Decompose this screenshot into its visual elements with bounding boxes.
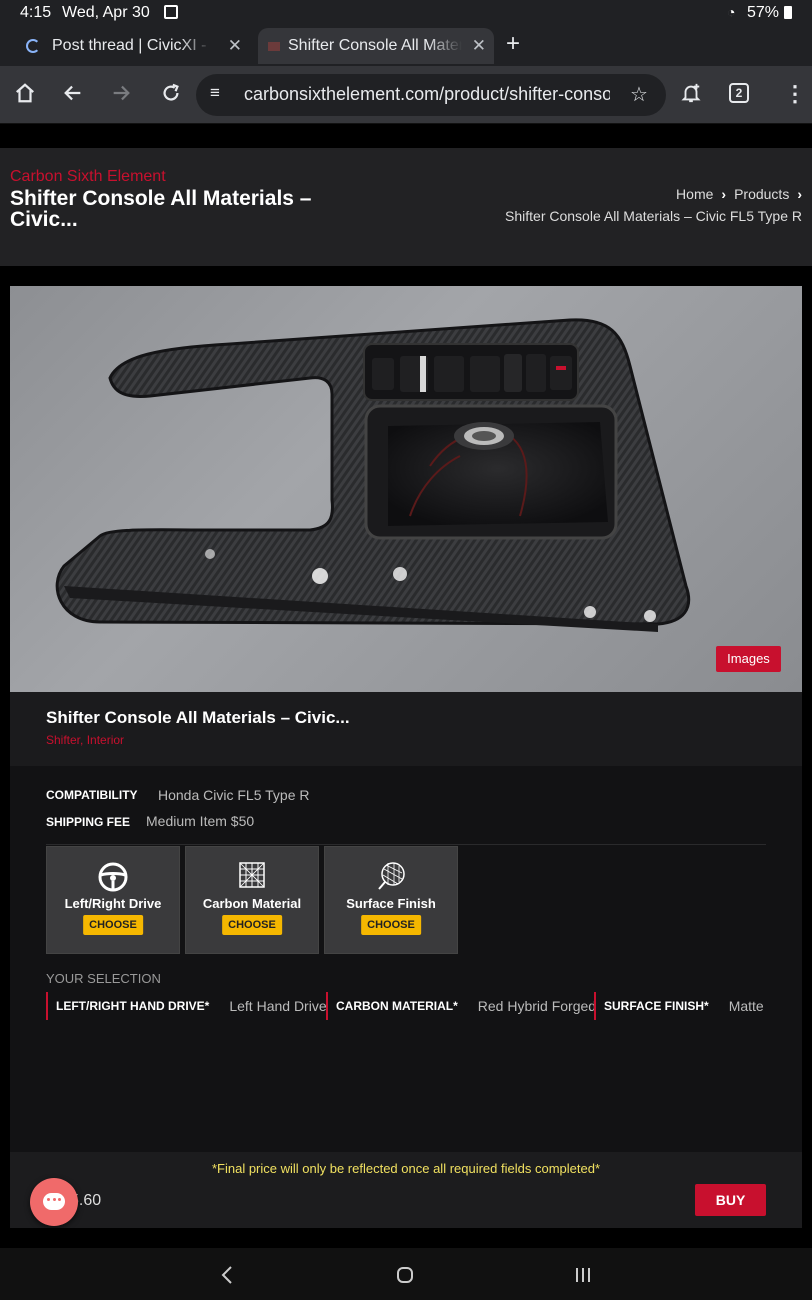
compatibility-value: Honda Civic FL5 Type R	[158, 787, 310, 803]
wifi-icon: ◔	[727, 4, 736, 20]
finish-ball-icon	[378, 862, 405, 890]
tab-close-icon[interactable]: ✕	[472, 36, 486, 56]
steering-wheel-icon	[98, 862, 128, 892]
selection-key: SURFACE FINISH*	[604, 999, 709, 1013]
selection-carbon-material: CARBON MATERIAL* Red Hybrid Forged	[326, 992, 596, 1020]
product-name: Shifter Console All Materials – Civic...	[46, 708, 350, 727]
status-bar: 4:15 Wed, Apr 30 ◔ 57%	[0, 0, 812, 26]
tab-close-icon[interactable]: ✕	[228, 36, 242, 56]
product-image[interactable]	[10, 286, 802, 692]
new-tab-icon[interactable]: +	[506, 30, 520, 58]
your-selection-heading: YOUR SELECTION	[46, 971, 161, 986]
breadcrumb-products-link[interactable]: Products	[734, 186, 789, 202]
notification-add-icon[interactable]	[680, 82, 702, 104]
selection-value: Matte	[728, 998, 764, 1014]
shifter-console-photo	[55, 318, 691, 632]
more-menu-icon[interactable]: ⋮	[784, 82, 806, 106]
loading-spinner-icon	[26, 39, 40, 53]
selection-value: Red Hybrid Forged	[477, 998, 597, 1014]
status-time: 4:15	[20, 4, 52, 21]
price-bar: *Final price will only be reflected once…	[10, 1152, 802, 1228]
battery-level: 57%	[747, 4, 780, 21]
system-nav-bar	[0, 1248, 812, 1300]
tab-shifter-console[interactable]: Shifter Console All Materials ✕	[258, 28, 494, 64]
address-bar[interactable]: ≡ carbonsixthelement.com/product/shifter…	[196, 74, 666, 116]
shipping-fee-label: SHIPPING FEE	[46, 815, 131, 829]
page-header: Carbon Sixth Element Shifter Console All…	[0, 148, 812, 266]
price-note: *Final price will only be reflected once…	[211, 1161, 601, 1176]
breadcrumb-home-link[interactable]: Home	[676, 186, 713, 202]
choose-button[interactable]: CHOOSE	[222, 915, 282, 935]
status-date: Wed, Apr 30	[62, 4, 150, 21]
gallery-notification-icon	[164, 5, 178, 19]
home-icon[interactable]	[14, 82, 36, 104]
divider	[46, 844, 766, 845]
choose-button[interactable]: CHOOSE	[83, 915, 143, 935]
selection-drive: LEFT/RIGHT HAND DRIVE* Left Hand Drive	[46, 992, 327, 1020]
breadcrumb: Home › Products › Shifter Console All Ma…	[505, 186, 802, 224]
chat-button[interactable]	[30, 1178, 78, 1226]
option-label: Carbon Material	[202, 896, 302, 911]
forward-arrow-icon[interactable]	[110, 82, 132, 104]
page-title: Shifter Console All Materials – Civic...	[10, 187, 312, 231]
buy-button[interactable]: BUY	[695, 1184, 766, 1216]
breadcrumb-current: Shifter Console All Materials – Civic FL…	[505, 208, 802, 224]
compatibility-label: COMPATIBILITY	[46, 788, 138, 802]
chevron-right-icon: ›	[721, 186, 727, 202]
carbon-weave-icon	[239, 862, 265, 888]
tab-title: Shifter Console All Materials	[288, 37, 462, 54]
nav-recents-icon[interactable]	[574, 1266, 592, 1284]
battery-icon	[784, 6, 792, 19]
nav-back-icon[interactable]	[220, 1266, 234, 1284]
option-surface-finish[interactable]: Surface Finish CHOOSE	[324, 846, 458, 954]
site-settings-icon[interactable]: ≡	[210, 83, 220, 103]
images-badge[interactable]: Images	[716, 646, 781, 672]
tab-switcher-button[interactable]: 2	[729, 83, 749, 103]
chevron-right-icon: ›	[797, 186, 802, 202]
tab-title: Post thread | CivicXI - 11th	[52, 37, 212, 54]
nav-home-icon[interactable]	[396, 1266, 414, 1284]
option-label: Left/Right Drive	[64, 896, 162, 911]
option-label: Surface Finish	[346, 896, 436, 911]
back-arrow-icon[interactable]	[62, 82, 84, 104]
browser-toolbar: ≡ carbonsixthelement.com/product/shifter…	[0, 66, 812, 124]
reload-icon[interactable]	[160, 82, 182, 104]
product-info-card: Shifter Console All Materials – Civic...…	[10, 692, 802, 766]
selection-surface-finish: SURFACE FINISH* Matte	[594, 992, 764, 1020]
choose-button[interactable]: CHOOSE	[361, 915, 421, 935]
tab-post-thread[interactable]: Post thread | CivicXI - 11th ✕	[20, 28, 250, 64]
product-options: COMPATIBILITY Honda Civic FL5 Type R SHI…	[10, 766, 802, 1152]
option-left-right-drive[interactable]: Left/Right Drive CHOOSE	[46, 846, 180, 954]
site-favicon-icon	[268, 41, 280, 51]
url-text[interactable]: carbonsixthelement.com/product/shifter-c…	[244, 84, 610, 105]
selection-value: Left Hand Drive	[229, 998, 327, 1014]
brand-name[interactable]: Carbon Sixth Element	[10, 168, 166, 186]
product-categories[interactable]: Shifter, Interior	[46, 733, 124, 747]
selection-key: LEFT/RIGHT HAND DRIVE*	[56, 999, 210, 1013]
shipping-fee-value: Medium Item $50	[146, 813, 255, 829]
tab-strip: Post thread | CivicXI - 11th ✕ Shifter C…	[0, 26, 812, 66]
bookmark-star-icon[interactable]: ☆	[630, 82, 648, 107]
selection-key: CARBON MATERIAL*	[336, 999, 458, 1013]
option-carbon-material[interactable]: Carbon Material CHOOSE	[185, 846, 319, 954]
